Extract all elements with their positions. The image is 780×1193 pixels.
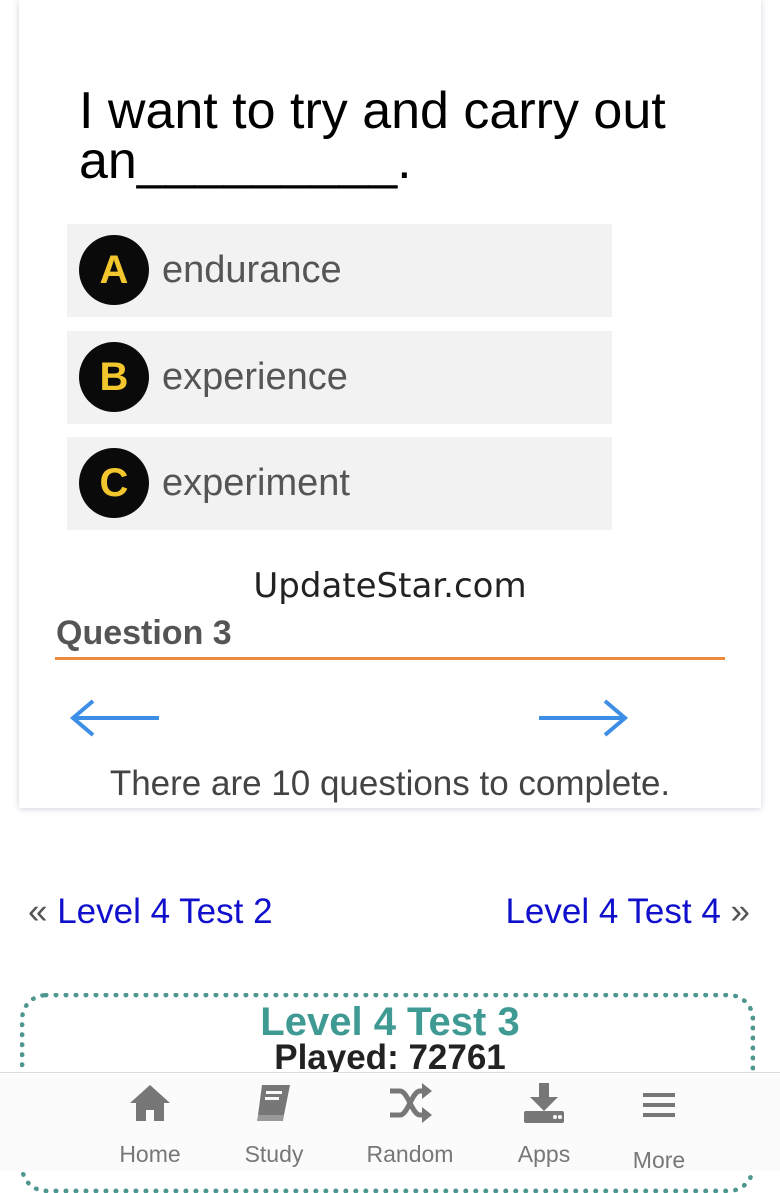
next-test-link[interactable]: Level 4 Test 4 xyxy=(505,892,720,931)
option-text: endurance xyxy=(162,249,342,291)
shuffle-icon xyxy=(390,1083,432,1123)
answer-option-b[interactable]: B experience xyxy=(67,331,612,424)
menu-icon xyxy=(643,1093,675,1125)
prev-chevron: « xyxy=(28,892,48,931)
tab-home[interactable]: Home xyxy=(95,1073,205,1171)
option-text: experiment xyxy=(162,462,350,504)
answer-option-a[interactable]: A endurance xyxy=(67,224,612,317)
download-icon xyxy=(524,1083,564,1123)
tab-apps[interactable]: Apps xyxy=(489,1073,599,1171)
tab-label: Study xyxy=(244,1141,304,1167)
next-question-arrow-icon[interactable] xyxy=(537,698,629,738)
divider xyxy=(55,657,725,660)
watermark: UpdateStar.com xyxy=(253,566,527,606)
progress-text: There are 10 questions to complete. xyxy=(109,764,671,803)
tab-study[interactable]: Study xyxy=(219,1073,329,1171)
tab-more[interactable]: More xyxy=(604,1073,714,1173)
home-icon xyxy=(130,1085,170,1121)
question-number: Question 3 xyxy=(56,614,232,652)
tab-label: Home xyxy=(119,1141,181,1167)
option-letter-badge: B xyxy=(79,342,149,412)
tab-label: Apps xyxy=(517,1141,571,1167)
previous-question-arrow-icon[interactable] xyxy=(69,698,161,738)
next-chevron: » xyxy=(730,892,750,931)
next-test-nav: Level 4 Test 4 » xyxy=(505,892,750,932)
book-icon xyxy=(257,1085,290,1121)
bottom-navigation: Home Study Random Apps More xyxy=(0,1072,780,1173)
answer-option-c[interactable]: C experiment xyxy=(67,437,612,530)
quiz-card: I want to try and carry out an_________.… xyxy=(19,0,761,808)
option-letter-badge: C xyxy=(79,448,149,518)
option-letter-badge: A xyxy=(79,235,149,305)
tab-label: Random xyxy=(366,1141,454,1167)
previous-test-link[interactable]: Level 4 Test 2 xyxy=(57,892,272,931)
previous-test-nav: « Level 4 Test 2 xyxy=(28,892,273,932)
question-text: I want to try and carry out an_________. xyxy=(79,82,666,190)
option-text: experience xyxy=(162,356,348,398)
tab-random[interactable]: Random xyxy=(355,1073,465,1171)
